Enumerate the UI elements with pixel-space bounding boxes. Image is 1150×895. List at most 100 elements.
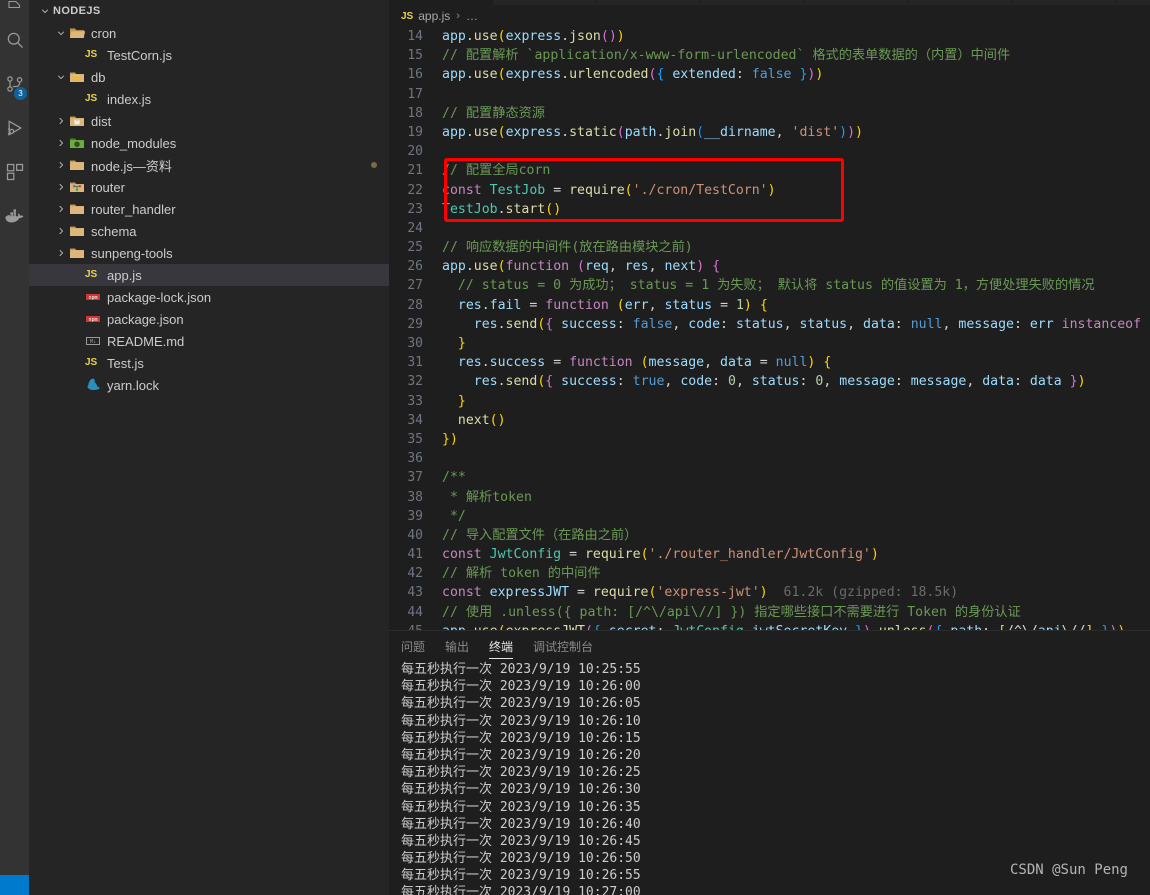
chevron-down-icon[interactable]	[53, 22, 69, 44]
tree-item-db[interactable]: db	[29, 66, 389, 88]
chevron-right-icon[interactable]	[53, 176, 69, 198]
terminal-line: 每五秒执行一次 2023/9/19 10:26:10	[401, 713, 641, 729]
tree-item-sunpeng-tools[interactable]: sunpeng-tools	[29, 242, 389, 264]
line-content: app.use(expressJWT({ secret: JwtConfig.j…	[439, 622, 1150, 630]
breadcrumb-file[interactable]: app.js	[418, 9, 450, 23]
line-number: 39	[407, 508, 423, 524]
line-number: 40	[407, 527, 423, 543]
tree-item-label: node_modules	[91, 135, 177, 151]
line-content: // 解析 token 的中间件	[442, 566, 601, 582]
code-line: 34 next()	[389, 411, 1150, 430]
status-bar-remote-indicator[interactable]	[0, 875, 29, 895]
line-content: // 配置静态资源	[442, 105, 545, 121]
line-number: 29	[407, 316, 423, 332]
source-control-icon[interactable]: 3	[0, 62, 29, 106]
line-number: 17	[407, 86, 423, 102]
breadcrumb-symbol[interactable]: …	[466, 9, 478, 23]
tree-item-test.js[interactable]: JS Test.js	[29, 352, 389, 374]
chevron-right-icon[interactable]	[53, 132, 69, 154]
line-number: 45	[389, 622, 439, 630]
line-content: app.use(function (req, res, next) {	[442, 259, 721, 275]
js-icon: JS	[85, 93, 98, 104]
line-content: app.use(express.urlencoded({ extended: f…	[442, 67, 824, 83]
js-icon: JS	[85, 357, 98, 368]
vscode-window: 3 NODEJS cron JS TestCorn.js db JS index…	[0, 0, 1150, 895]
folder-icon	[69, 223, 85, 239]
folder-icon	[69, 157, 85, 173]
panel-tab-3[interactable]: 调试控制台	[533, 631, 593, 661]
tree-item-package.json[interactable]: npm package.json	[29, 308, 389, 330]
unsaved-indicator-dot	[371, 162, 377, 168]
panel-tab-2[interactable]: 终端	[489, 631, 514, 661]
chevron-right-icon[interactable]	[53, 220, 69, 242]
line-number: 38	[407, 489, 423, 505]
folder-open-icon	[69, 25, 85, 41]
code-line: 44 // 使用 .unless({ path: [/^\/api\//] }) …	[389, 603, 1150, 622]
tree-item-router[interactable]: router	[29, 176, 389, 198]
code-editor[interactable]: 14 app.use(express.json()) 15 // 配置解析 `appl…	[389, 27, 1150, 630]
explorer-icon[interactable]	[0, 0, 29, 18]
code-line: 32 res.send({ success: true, code: 0, st…	[389, 372, 1150, 391]
line-number: 37	[407, 470, 423, 486]
code-line: 19 app.use(express.static(path.join(__dir…	[389, 123, 1150, 142]
tree-item-app.js[interactable]: JS app.js	[29, 264, 389, 286]
chevron-right-icon[interactable]	[53, 242, 69, 264]
code-line: 45app.use(expressJWT({ secret: JwtConfig…	[389, 622, 1150, 630]
folder-router-icon	[69, 179, 85, 195]
line-number: 44	[407, 604, 423, 620]
tree-item-schema[interactable]: schema	[29, 220, 389, 242]
tree-item-index.js[interactable]: JS index.js	[29, 88, 389, 110]
chevron-right-icon[interactable]	[53, 198, 69, 220]
line-content: // status = 0 为成功； status = 1 为失败； 默认将 s…	[457, 278, 1095, 294]
extensions-icon[interactable]	[0, 150, 29, 194]
npm-icon: npm	[85, 311, 101, 327]
explorer-section-nodejs[interactable]: NODEJS	[29, 0, 389, 22]
line-number: 19	[407, 124, 423, 140]
chevron-down-icon[interactable]	[53, 66, 69, 88]
tree-item-node.js---[interactable]: node.js—资料	[29, 154, 389, 176]
terminal-output[interactable]: 每五秒执行一次 2023/9/19 10:25:55 每五秒执行一次 2023/9…	[389, 661, 1150, 895]
line-number: 25	[407, 240, 423, 256]
tree-item-router_handler[interactable]: router_handler	[29, 198, 389, 220]
tree-item-label: router_handler	[91, 201, 176, 217]
js-icon: JS	[85, 269, 98, 280]
panel-tab-1[interactable]: 输出	[445, 631, 469, 661]
line-content: const expressJWT = require('express-jwt'…	[442, 585, 959, 601]
line-number: 28	[407, 297, 423, 313]
terminal-line: 每五秒执行一次 2023/9/19 10:26:35	[401, 799, 641, 815]
line-content: // 使用 .unless({ path: [/^\/api\//] }) 指定…	[442, 604, 1021, 620]
tree-item-cron[interactable]: cron	[29, 22, 389, 44]
breadcrumb[interactable]: JS app.js › …	[389, 5, 1150, 27]
line-number: 15	[407, 48, 423, 64]
code-line: 31 res.success = function (message, data…	[389, 353, 1150, 372]
chevron-right-icon[interactable]	[53, 154, 69, 176]
search-icon[interactable]	[0, 18, 29, 62]
tree-item-package-lock.json[interactable]: npm package-lock.json	[29, 286, 389, 308]
terminal-line: 每五秒执行一次 2023/9/19 10:26:25	[401, 765, 641, 781]
docker-icon[interactable]	[0, 194, 29, 238]
terminal-line: 每五秒执行一次 2023/9/19 10:26:20	[401, 747, 641, 763]
tree-item-dist[interactable]: dist	[29, 110, 389, 132]
tree-item-testcorn.js[interactable]: JS TestCorn.js	[29, 44, 389, 66]
tree-item-node_modules[interactable]: node_modules	[29, 132, 389, 154]
tree-item-readme.md[interactable]: M↓ README.md	[29, 330, 389, 352]
code-line: 28 res.fail = function (err, status = 1)…	[389, 296, 1150, 315]
code-line: 23 TestJob.start()	[389, 200, 1150, 219]
chevron-right-icon[interactable]	[53, 110, 69, 132]
tree-item-label: Test.js	[107, 355, 144, 371]
run-debug-icon[interactable]	[0, 106, 29, 150]
code-line: 17	[389, 85, 1150, 104]
explorer-section-title: NODEJS	[53, 5, 101, 17]
editor-group: JS app.js › … 14 app.use(express.json()) 1…	[389, 0, 1150, 895]
panel-tab-0[interactable]: 问题	[401, 631, 425, 661]
yarn-icon	[85, 377, 101, 393]
folder-db-icon	[69, 69, 85, 85]
tree-item-yarn.lock[interactable]: yarn.lock	[29, 374, 389, 396]
code-line: 24	[389, 219, 1150, 238]
code-line: 15 // 配置解析 `application/x-www-form-urlenc…	[389, 46, 1150, 65]
